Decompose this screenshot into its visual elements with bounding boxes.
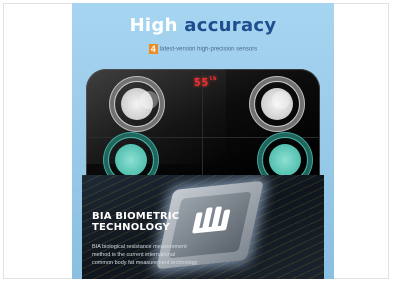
weight-display: 55lb bbox=[194, 76, 217, 89]
sensor-highlight bbox=[272, 91, 290, 109]
product-image: High accuracy 4 latest-version high-preci… bbox=[72, 3, 334, 279]
bia-technology-inset: BIA BIOMETRIC TECHNOLOGY BIA biological … bbox=[82, 175, 324, 279]
sensor-highlight bbox=[140, 91, 158, 109]
bia-title-line-2: TECHNOLOGY bbox=[92, 222, 170, 233]
weight-display-unit: lb bbox=[209, 76, 218, 82]
bia-description-line-1: BIA biological resistance measurement bbox=[92, 244, 187, 250]
bia-title: BIA BIOMETRIC TECHNOLOGY bbox=[92, 211, 179, 233]
headline-word-2: accuracy bbox=[184, 15, 277, 36]
bia-description: BIA biological resistance measurement me… bbox=[92, 243, 222, 267]
bia-title-line-1: BIA BIOMETRIC bbox=[92, 211, 180, 222]
bia-description-line-3: common body fat measurement technology bbox=[92, 260, 198, 266]
sensor-caption: 4 latest-version high-precision sensors bbox=[72, 44, 334, 54]
weight-display-value: 55 bbox=[194, 76, 210, 89]
headline: High accuracy bbox=[72, 15, 334, 36]
bia-description-line-2: method is the current international bbox=[92, 252, 176, 258]
sensor-count-badge: 4 bbox=[148, 44, 158, 54]
headline-word-1: High bbox=[129, 15, 178, 36]
sensor-caption-text: latest-version high-precision sensors bbox=[159, 46, 258, 53]
